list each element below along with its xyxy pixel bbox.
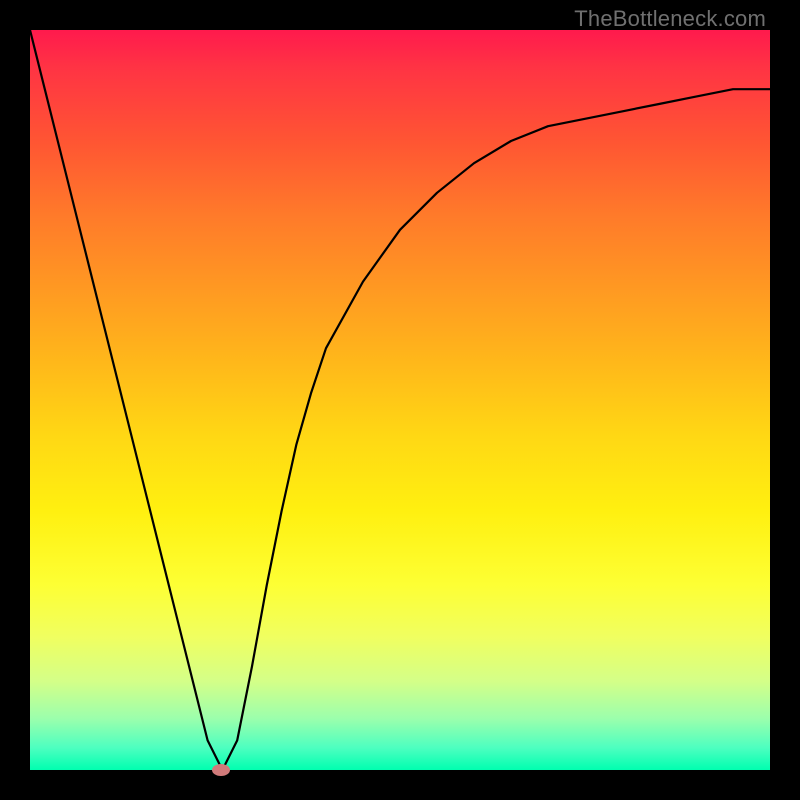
watermark-text: TheBottleneck.com [574,6,766,32]
bottleneck-curve-line [30,30,770,770]
curve-svg [30,30,770,770]
optimum-marker-icon [212,764,230,776]
plot-area [30,30,770,770]
chart-frame: TheBottleneck.com [0,0,800,800]
